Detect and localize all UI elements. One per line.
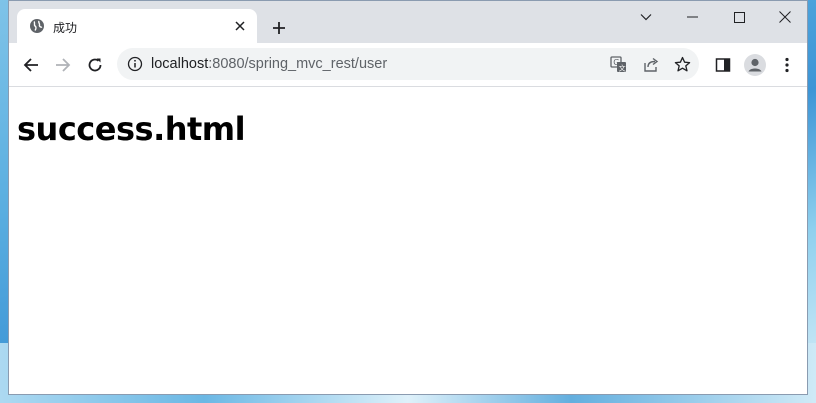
globe-icon [29, 18, 45, 34]
chevron-down-icon[interactable] [623, 3, 669, 31]
reload-icon[interactable] [83, 53, 107, 77]
browser-window: 成功 localhost:8080/spring_mvc_rest/user G… [8, 0, 808, 395]
plus-icon[interactable] [267, 16, 291, 40]
share-icon[interactable] [641, 55, 659, 73]
browser-toolbar: localhost:8080/spring_mvc_rest/user G文 [9, 43, 807, 87]
star-icon[interactable] [673, 55, 691, 73]
close-icon[interactable] [762, 3, 807, 31]
url-path: :8080/spring_mvc_rest/user [208, 56, 388, 72]
active-tab[interactable]: 成功 [17, 9, 257, 43]
page-content: success.html [9, 87, 807, 394]
tab-strip: 成功 [9, 1, 807, 43]
profile-icon[interactable] [743, 53, 767, 77]
svg-text:文: 文 [618, 63, 625, 72]
minimize-icon[interactable] [669, 3, 715, 31]
url-host: localhost [151, 56, 209, 72]
close-icon[interactable] [231, 17, 249, 35]
info-icon[interactable] [127, 56, 143, 72]
more-vert-icon[interactable] [775, 53, 799, 77]
url-text[interactable]: localhost:8080/spring_mvc_rest/user [151, 56, 387, 72]
page-heading: success.html [17, 110, 246, 148]
address-bar[interactable]: localhost:8080/spring_mvc_rest/user G文 [117, 48, 699, 80]
side-panel-icon[interactable] [711, 53, 735, 77]
translate-icon[interactable]: G文 [609, 55, 627, 73]
maximize-icon[interactable] [716, 3, 762, 31]
arrow-right-icon[interactable] [51, 53, 75, 77]
tab-title: 成功 [53, 21, 78, 35]
arrow-left-icon[interactable] [19, 53, 43, 77]
